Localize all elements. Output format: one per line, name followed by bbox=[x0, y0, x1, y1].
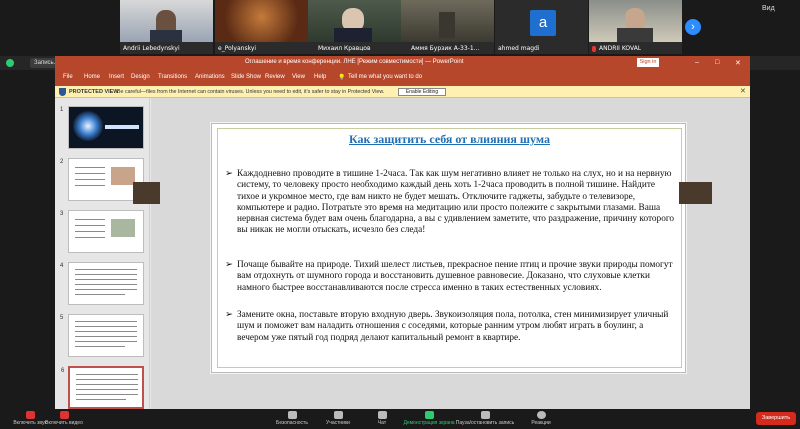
slide-thumbnail[interactable]: 4 bbox=[60, 262, 144, 305]
sharing-indicator-icon bbox=[6, 59, 14, 67]
end-meeting-button[interactable]: Завершить bbox=[756, 412, 796, 425]
protected-view-message: Be careful—files from the Internet can c… bbox=[117, 89, 385, 95]
slide-editor-area: Как защитить себя от влияния шума ➢ Кажд… bbox=[151, 98, 750, 409]
chevron-right-icon: › bbox=[691, 21, 695, 33]
bullet-text: Замените окна, поставьте вторую входную … bbox=[237, 310, 669, 343]
tab-design[interactable]: Design bbox=[131, 74, 150, 80]
avatar: a bbox=[530, 10, 556, 36]
powerpoint-window: Оглашение и время конференции. ЛНЕ [Режи… bbox=[55, 56, 750, 409]
slide-thumbnail-pane: 1 2 3 4 5 6 bbox=[55, 98, 150, 409]
slide-bullet: ➢ Замените окна, поставьте вторую входну… bbox=[225, 310, 675, 344]
slide-decoration bbox=[679, 182, 712, 204]
slide-title: Как защитить себя от влияния шума bbox=[349, 132, 550, 146]
video-off-icon bbox=[59, 411, 69, 419]
slide-thumbnail[interactable]: 5 bbox=[60, 314, 144, 357]
sign-in-button[interactable]: Sign in bbox=[637, 58, 659, 67]
tab-help[interactable]: Help bbox=[314, 74, 326, 80]
protected-view-label: PROTECTED VIEW bbox=[69, 89, 119, 95]
participant-video bbox=[308, 0, 401, 42]
slide-thumbnail-selected[interactable]: 6 bbox=[61, 366, 144, 409]
participant-gallery: Andrii Lebedynskyi e_Polyanskyi Михаил К… bbox=[0, 0, 800, 56]
tab-review[interactable]: Review bbox=[265, 74, 285, 80]
tab-home[interactable]: Home bbox=[84, 74, 100, 80]
share-screen-button[interactable]: Демонстрация экрана bbox=[399, 409, 459, 426]
control-label: Демонстрация экрана bbox=[403, 420, 455, 426]
next-page-button[interactable]: › bbox=[685, 19, 701, 35]
tab-insert[interactable]: Insert bbox=[109, 74, 124, 80]
tab-slide-show[interactable]: Slide Show bbox=[231, 74, 261, 80]
protected-view-bar: PROTECTED VIEW Be careful—files from the… bbox=[55, 86, 750, 98]
participant-video bbox=[215, 0, 308, 42]
slide-bullet: ➢ Каждодневно проводите в тишине 1‑2часа… bbox=[225, 169, 675, 237]
start-video-button[interactable]: Включить видео bbox=[34, 409, 94, 426]
control-label: Реакции bbox=[531, 420, 551, 426]
tab-view[interactable]: View bbox=[292, 74, 305, 80]
slide-number: 3 bbox=[60, 211, 64, 217]
participant-video bbox=[589, 0, 682, 42]
participant-name: e_Polyanskyi bbox=[218, 45, 257, 52]
tab-animations[interactable]: Animations bbox=[195, 74, 225, 80]
reactions-button[interactable]: Реакции bbox=[511, 409, 571, 426]
slide-number: 2 bbox=[60, 159, 64, 165]
lightbulb-icon: 💡 bbox=[338, 75, 346, 81]
enable-editing-button[interactable]: Enable Editing bbox=[398, 88, 446, 96]
smile-icon bbox=[536, 411, 546, 419]
bullet-arrow-icon: ➢ bbox=[225, 169, 233, 179]
chat-icon bbox=[377, 411, 387, 419]
bullet-text: Каждодневно проводите в тишине 1‑2часа. … bbox=[237, 169, 675, 236]
slide-number: 5 bbox=[60, 315, 64, 321]
pause-icon bbox=[480, 411, 490, 419]
close-icon[interactable]: ✕ bbox=[740, 87, 746, 95]
participant-tile[interactable]: ANDRII KOVAL bbox=[589, 0, 682, 54]
ribbon-tabs: File Home Insert Design Transitions Anim… bbox=[55, 70, 750, 86]
bullet-arrow-icon: ➢ bbox=[225, 310, 233, 320]
participant-tile[interactable]: a ahmed magdi bbox=[495, 0, 588, 54]
participant-name: Andrii Lebedynskyi bbox=[123, 45, 180, 52]
tab-transitions[interactable]: Transitions bbox=[158, 74, 187, 80]
muted-mic-icon bbox=[592, 46, 596, 52]
control-label: Пауза/остановить запись bbox=[455, 420, 515, 426]
slide-number: 6 bbox=[61, 368, 65, 374]
slide-decoration bbox=[133, 182, 160, 204]
minimize-icon[interactable]: – bbox=[695, 59, 699, 66]
participant-name: Аммя Бурзик А-33-1... bbox=[411, 45, 480, 52]
participant-tile[interactable]: e_Polyanskyi bbox=[215, 0, 308, 54]
control-label: Включить видео bbox=[45, 420, 83, 426]
bullet-arrow-icon: ➢ bbox=[225, 260, 233, 270]
slide-thumbnail[interactable]: 3 bbox=[60, 210, 144, 253]
share-screen-icon bbox=[424, 411, 434, 419]
participant-name: Михаил Кравцов bbox=[318, 45, 371, 52]
maximize-icon[interactable]: □ bbox=[715, 59, 719, 66]
participant-name: ANDRII KOVAL bbox=[599, 45, 642, 52]
slide-canvas[interactable]: Как защитить себя от влияния шума ➢ Кажд… bbox=[211, 123, 686, 373]
slide-bullet: ➢ Почаще бывайте на природе. Тихий шелес… bbox=[225, 260, 675, 294]
shield-icon bbox=[59, 88, 66, 96]
slide-number: 1 bbox=[60, 107, 64, 113]
participant-video bbox=[120, 0, 213, 42]
slide-thumbnail[interactable]: 1 bbox=[60, 106, 144, 149]
window-title: Оглашение и время конференции. ЛНЕ [Режи… bbox=[245, 59, 464, 65]
view-button[interactable]: Вид bbox=[762, 5, 775, 12]
close-icon[interactable]: ✕ bbox=[735, 59, 741, 67]
participant-tile[interactable]: Andrii Lebedynskyi bbox=[120, 0, 213, 54]
participants-icon bbox=[333, 411, 343, 419]
shield-icon bbox=[287, 411, 297, 419]
participant-name: ahmed magdi bbox=[498, 45, 540, 52]
tab-file[interactable]: File bbox=[63, 74, 73, 80]
tell-me-input[interactable]: Tell me what you want to do bbox=[348, 74, 422, 80]
slide-number: 4 bbox=[60, 263, 64, 269]
participant-tile[interactable]: Михаил Кравцов bbox=[308, 0, 401, 54]
participant-video bbox=[401, 0, 494, 42]
meeting-controls: Включить звук Включить видео Безопасност… bbox=[0, 409, 800, 429]
title-bar: Оглашение и время конференции. ЛНЕ [Режи… bbox=[55, 56, 750, 70]
bullet-text: Почаще бывайте на природе. Тихий шелест … bbox=[237, 260, 673, 293]
pause-stop-recording-button[interactable]: Пауза/остановить запись bbox=[455, 409, 515, 426]
participant-tile[interactable]: Аммя Бурзик А-33-1... bbox=[401, 0, 494, 54]
